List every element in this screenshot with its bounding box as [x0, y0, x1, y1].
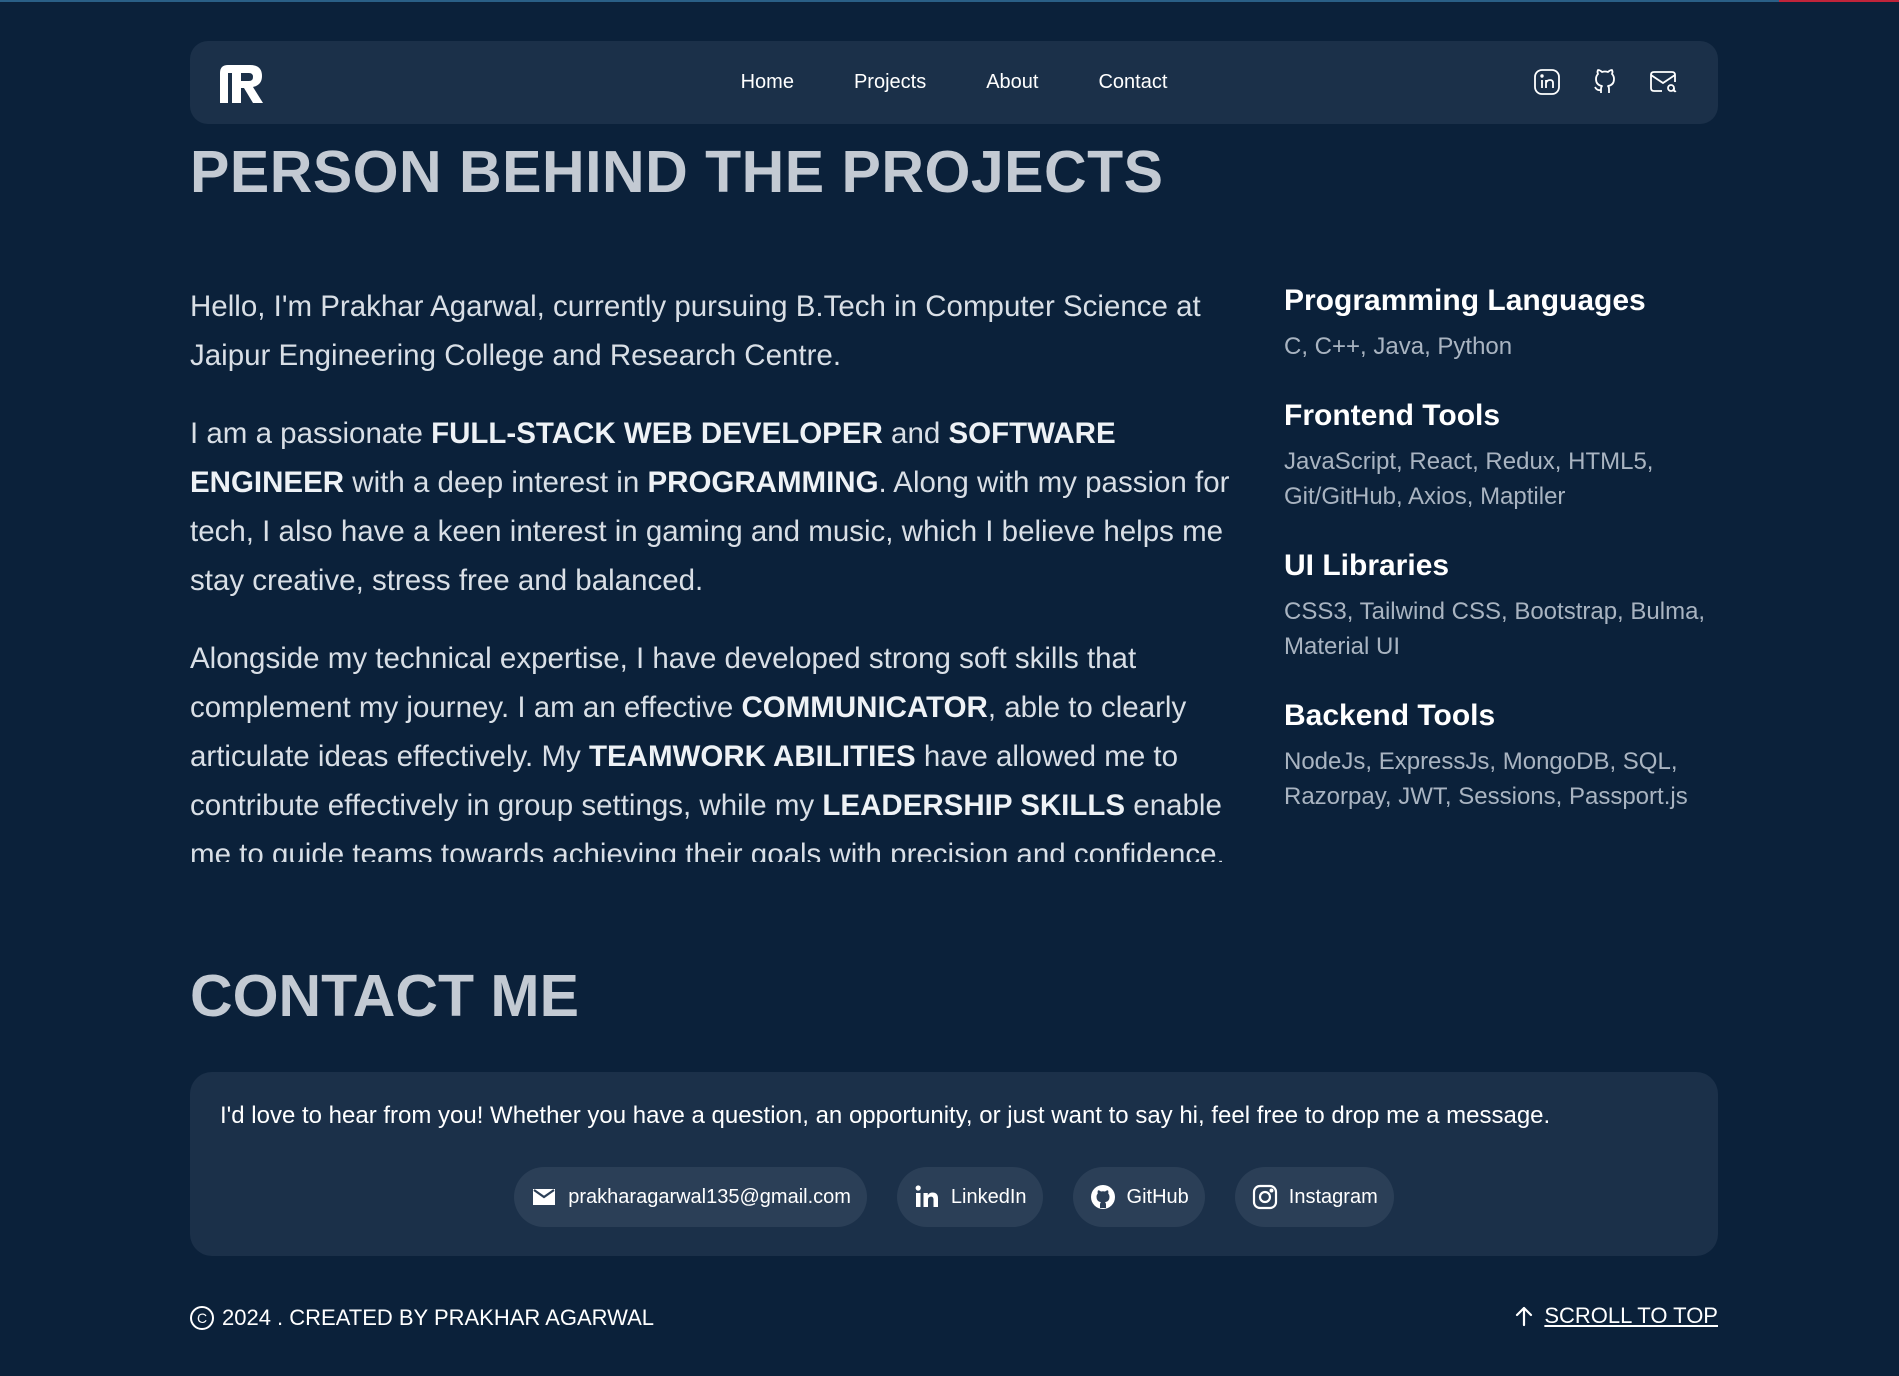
arrow-up-icon — [1516, 1306, 1533, 1327]
contact-message: I'd love to hear from you! Whether you h… — [220, 1102, 1551, 1129]
linkedin-icon[interactable] — [1532, 67, 1562, 97]
email-button[interactable]: prakharagarwal135@gmail.com — [514, 1167, 867, 1227]
scroll-to-top-link[interactable]: SCROLL TO TOP — [1512, 1303, 1718, 1329]
copyright-icon: C — [190, 1306, 214, 1330]
github-button-label: GitHub — [1126, 1185, 1189, 1208]
copyright-text: 2024 . CREATED BY PRAKHAR AGARWAL — [222, 1305, 655, 1330]
skill-group-ui-libraries: UI Libraries CSS3, Tailwind CSS, Bootstr… — [1284, 546, 1724, 664]
nav-contact-link[interactable]: Contact — [1098, 71, 1167, 94]
github-icon[interactable] — [1590, 67, 1620, 97]
skill-group-items: JavaScript, React, Redux, HTML5, Git/Git… — [1284, 448, 1654, 510]
skill-group-title: Backend Tools — [1284, 699, 1496, 732]
scroll-to-top-label: SCROLL TO TOP — [1544, 1303, 1718, 1328]
linkedin-button-label: LinkedIn — [950, 1185, 1027, 1208]
about-softskills-paragraph: Alongside my technical expertise, I have… — [190, 642, 1225, 862]
skill-group-title: Programming Languages — [1284, 284, 1646, 317]
github-icon — [1090, 1185, 1115, 1209]
copyright: C 2024 . CREATED BY PRAKHAR AGARWAL — [190, 1305, 654, 1331]
skill-group-items: NodeJs, ExpressJs, MongoDB, SQL, Razorpa… — [1284, 748, 1688, 810]
skill-group-languages: Programming Languages C, C++, Java, Pyth… — [1284, 281, 1724, 364]
linkedin-button[interactable]: LinkedIn — [896, 1167, 1043, 1227]
about-title: PERSON BEHIND THE PROJECTS — [190, 139, 1164, 205]
skill-group-title: Frontend Tools — [1284, 399, 1501, 432]
about-passion-paragraph: I am a passionate FULL-STACK WEB DEVELOP… — [190, 417, 1230, 597]
skill-group-items: CSS3, Tailwind CSS, Bootstrap, Bulma, Ma… — [1284, 598, 1706, 660]
nav-about-link[interactable]: About — [986, 71, 1038, 94]
top-border-line — [0, 0, 1899, 2]
skills-list: Programming Languages C, C++, Java, Pyth… — [1284, 281, 1724, 846]
instagram-button[interactable]: Instagram — [1234, 1167, 1394, 1227]
contact-title: CONTACT ME — [190, 963, 579, 1029]
email-button-label: prakharagarwal135@gmail.com — [568, 1185, 851, 1208]
instagram-button-label: Instagram — [1288, 1185, 1378, 1208]
contact-card: I'd love to hear from you! Whether you h… — [190, 1072, 1718, 1256]
skill-group-items: C, C++, Java, Python — [1284, 333, 1513, 360]
contact-buttons: prakharagarwal135@gmail.com LinkedIn Git… — [190, 1167, 1718, 1227]
skill-group-backend: Backend Tools NodeJs, ExpressJs, MongoDB… — [1284, 696, 1724, 814]
top-border-accent — [1779, 0, 1899, 2]
about-text: Hello, I'm Prakhar Agarwal, currently pu… — [190, 282, 1250, 862]
about-intro-paragraph: Hello, I'm Prakhar Agarwal, currently pu… — [190, 290, 1201, 372]
nav-links: Home Projects About Contact — [190, 41, 1718, 124]
nav-home-link[interactable]: Home — [741, 71, 794, 94]
instagram-icon — [1252, 1184, 1277, 1210]
navbar: Home Projects About Contact — [190, 41, 1718, 124]
skill-group-title: UI Libraries — [1284, 549, 1450, 582]
nav-projects-link[interactable]: Projects — [854, 71, 926, 94]
linkedin-icon — [915, 1185, 938, 1207]
mail-icon[interactable] — [1648, 67, 1678, 97]
mail-icon — [533, 1189, 556, 1205]
skill-group-frontend: Frontend Tools JavaScript, React, Redux,… — [1284, 396, 1724, 514]
github-button[interactable]: GitHub — [1072, 1167, 1205, 1227]
nav-social-icons — [1532, 67, 1678, 97]
